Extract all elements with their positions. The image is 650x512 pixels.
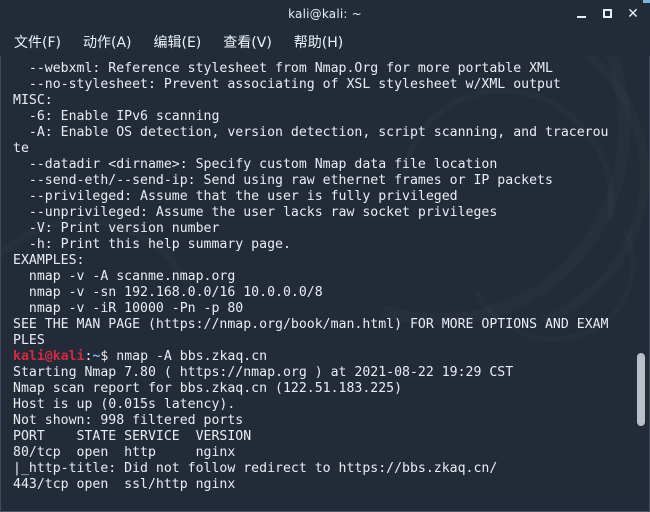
terminal-output-line: Nmap scan report for bbs.zkaq.cn (122.51… <box>13 381 403 396</box>
terminal-window: kali@kali: ~ ✕ 文件(F) 动作(A) 编辑(E) 查看(V) 帮… <box>0 0 650 512</box>
terminal-line: --unprivileged: Assume the user lacks ra… <box>13 205 498 220</box>
window-controls: ✕ <box>574 0 644 27</box>
terminal-scrollbar[interactable] <box>635 56 648 511</box>
maximize-button[interactable] <box>600 7 614 21</box>
terminal-line: -6: Enable IPv6 scanning <box>13 109 220 124</box>
titlebar-accent-mark <box>643 0 650 3</box>
terminal-line: --no-stylesheet: Prevent associating of … <box>13 77 561 92</box>
terminal-output-line: Starting Nmap 7.80 ( https://nmap.org ) … <box>13 365 514 380</box>
terminal-output-line: 80/tcp open http nginx <box>13 445 236 460</box>
title-bar[interactable]: kali@kali: ~ ✕ <box>0 0 650 27</box>
minimize-button[interactable] <box>574 7 588 21</box>
terminal-line: nmap -v -A scanme.nmap.org <box>13 269 236 284</box>
menu-bar: 文件(F) 动作(A) 编辑(E) 查看(V) 帮助(H) <box>0 27 650 56</box>
terminal-output-line: 443/tcp open ssl/http nginx <box>13 477 236 492</box>
terminal-line: SEE THE MAN PAGE (https://nmap.org/book/… <box>13 317 609 332</box>
terminal-output-line: |_http-title: Did not follow redirect to… <box>13 461 498 476</box>
terminal-line: -h: Print this help summary page. <box>13 237 291 252</box>
terminal-line: MISC: <box>13 93 53 108</box>
scrollbar-thumb[interactable] <box>637 353 645 426</box>
prompt-user-host: kali@kali <box>13 349 85 364</box>
menu-item-help[interactable]: 帮助(H) <box>294 32 343 52</box>
terminal-screen: --webxml: Reference stylesheet from Nmap… <box>1 56 649 493</box>
terminal-line: -V: Print version number <box>13 221 220 236</box>
menu-item-view[interactable]: 查看(V) <box>223 32 272 52</box>
terminal-output-line: PORT STATE SERVICE VERSION <box>13 429 252 444</box>
terminal-prompt-line: kali@kali:~$ nmap -A bbs.zkaq.cn <box>1 349 649 365</box>
prompt-command: nmap -A bbs.zkaq.cn <box>108 349 268 364</box>
terminal-line: -A: Enable OS detection, version detecti… <box>13 125 609 140</box>
scrollbar-track[interactable] <box>636 56 647 511</box>
terminal-output-line: Not shown: 998 filtered ports <box>13 413 244 428</box>
terminal-line: --webxml: Reference stylesheet from Nmap… <box>13 61 553 76</box>
window-title: kali@kali: ~ <box>288 6 362 21</box>
close-button[interactable]: ✕ <box>626 7 640 21</box>
terminal-line: nmap -v -sn 192.168.0.0/16 10.0.0.0/8 <box>13 285 323 300</box>
menu-item-actions[interactable]: 动作(A) <box>83 32 132 52</box>
menu-item-edit[interactable]: 编辑(E) <box>154 32 202 52</box>
terminal-area[interactable]: --webxml: Reference stylesheet from Nmap… <box>0 56 650 512</box>
menu-item-file[interactable]: 文件(F) <box>14 32 61 52</box>
terminal-output-line: Host is up (0.015s latency). <box>13 397 236 412</box>
terminal-line: PLES <box>13 333 45 348</box>
terminal-line: --datadir <dirname>: Specify custom Nmap… <box>13 157 498 172</box>
terminal-line: te <box>13 141 29 156</box>
terminal-line: --send-eth/--send-ip: Send using raw eth… <box>13 173 553 188</box>
terminal-line: --privileged: Assume that the user is fu… <box>13 189 458 204</box>
terminal-line: EXAMPLES: <box>13 253 85 268</box>
terminal-line: nmap -v -iR 10000 -Pn -p 80 <box>13 301 244 316</box>
